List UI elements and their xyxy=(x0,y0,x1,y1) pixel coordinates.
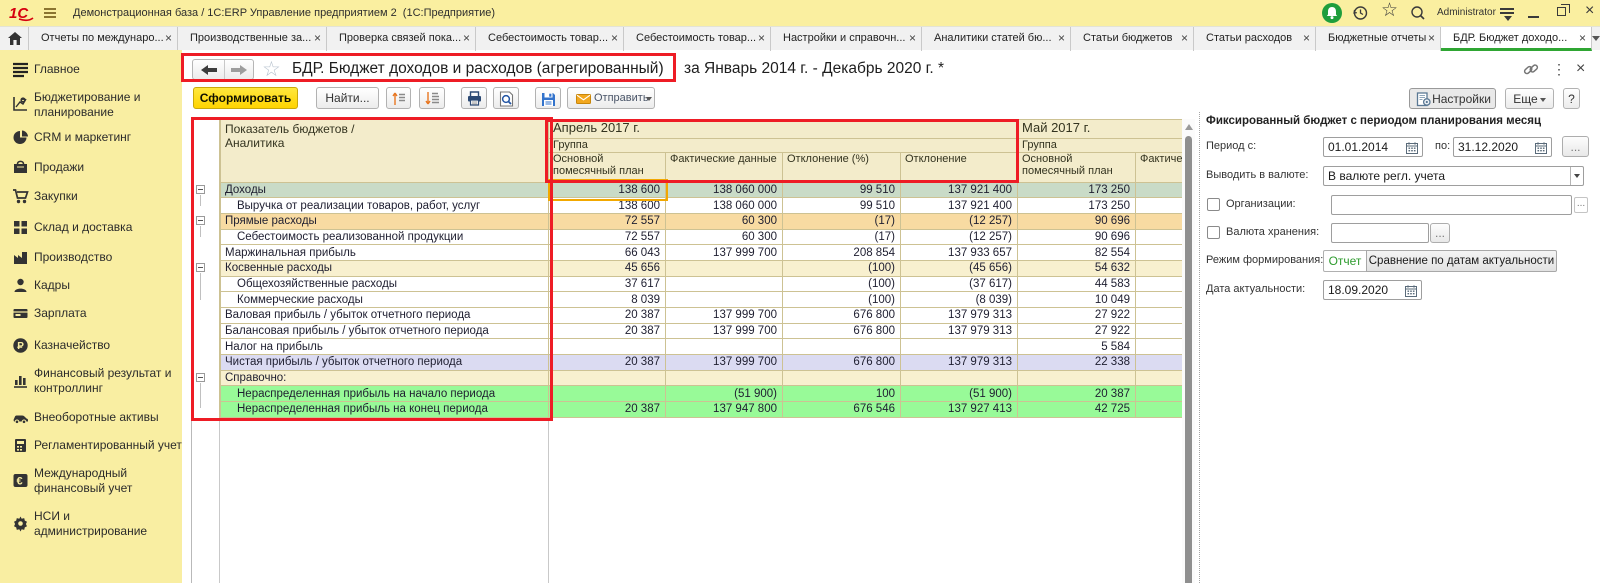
svg-text:€: € xyxy=(17,476,23,488)
svg-text:Р: Р xyxy=(17,341,24,352)
